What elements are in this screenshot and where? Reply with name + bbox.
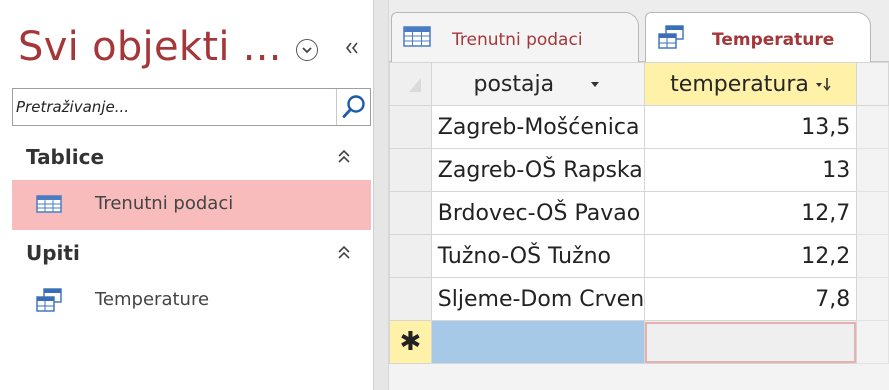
cell-postaja[interactable]: Zagreb-Mošćenica bbox=[430, 105, 645, 149]
table-icon bbox=[403, 26, 431, 47]
cell-temperatura[interactable]: 13,5 bbox=[643, 105, 858, 149]
cell-temperatura[interactable]: 12,7 bbox=[643, 191, 858, 235]
search-input[interactable] bbox=[13, 89, 333, 125]
double-chevron-up-icon bbox=[338, 149, 350, 163]
search-icon bbox=[342, 95, 365, 118]
new-cell-temperatura[interactable] bbox=[643, 320, 858, 364]
document-area: Trenutni podaci Temperature postaja temp… bbox=[389, 0, 889, 390]
tab-label: Temperature bbox=[712, 30, 835, 50]
sort-descending-icon[interactable] bbox=[815, 76, 831, 92]
grid-filler bbox=[856, 320, 889, 364]
cell-postaja[interactable]: Zagreb-OŠ Rapska bbox=[430, 148, 645, 192]
column-header-label: postaja bbox=[473, 71, 555, 97]
dropdown-arrow-icon[interactable] bbox=[588, 79, 602, 89]
nav-item-temperature[interactable]: Temperature bbox=[12, 276, 371, 326]
header-row: postaja temperatura bbox=[389, 62, 889, 106]
chevron-down-icon bbox=[302, 47, 312, 54]
search-button[interactable] bbox=[336, 89, 370, 125]
nav-menu-button[interactable] bbox=[296, 39, 318, 61]
nav-item-trenutni-podaci[interactable]: Trenutni podaci bbox=[12, 180, 371, 230]
nav-group-queries[interactable]: Upiti bbox=[12, 236, 371, 270]
table-row[interactable]: Zagreb-OŠ Rapska 13 bbox=[389, 148, 889, 192]
new-record-row[interactable]: ✱ bbox=[389, 320, 889, 364]
grid-filler bbox=[856, 105, 889, 149]
nav-search-box bbox=[12, 88, 371, 126]
row-selector[interactable] bbox=[389, 105, 432, 149]
tab-trenutni-podaci[interactable]: Trenutni podaci bbox=[391, 12, 639, 63]
new-record-icon: ✱ bbox=[399, 327, 422, 357]
corner-triangle-icon bbox=[409, 78, 421, 92]
new-record-selector[interactable]: ✱ bbox=[389, 320, 432, 364]
tab-temperature[interactable]: Temperature bbox=[645, 12, 871, 64]
row-selector[interactable] bbox=[389, 148, 432, 192]
nav-group-tables[interactable]: Tablice bbox=[12, 140, 371, 174]
cell-postaja[interactable]: Tužno-OŠ Tužno bbox=[430, 234, 645, 278]
nav-title[interactable]: Svi objekti ... bbox=[18, 24, 282, 70]
nav-group-label: Upiti bbox=[26, 241, 80, 265]
table-icon bbox=[36, 195, 62, 213]
datasheet-grid: postaja temperatura Zagreb-Mošćenica 13,… bbox=[389, 62, 889, 390]
table-row[interactable]: Brdovec-OŠ Pavao 12,7 bbox=[389, 191, 889, 235]
grid-filler bbox=[856, 234, 889, 278]
nav-group-label: Tablice bbox=[26, 145, 105, 169]
nav-item-label: Temperature bbox=[95, 289, 210, 310]
navigation-pane: Svi objekti ... Tablice bbox=[0, 0, 376, 390]
double-chevron-left-icon bbox=[345, 42, 358, 54]
cell-postaja[interactable]: Sljeme-Dom Crvenog bbox=[430, 277, 645, 321]
nav-title-row: Svi objekti ... bbox=[10, 16, 376, 76]
double-chevron-up-icon bbox=[338, 245, 350, 259]
cell-temperatura[interactable]: 12,2 bbox=[643, 234, 858, 278]
grid-filler bbox=[856, 191, 889, 235]
select-all-corner[interactable] bbox=[389, 62, 432, 106]
new-cell-postaja[interactable] bbox=[430, 320, 645, 364]
datasheet-table: postaja temperatura Zagreb-Mošćenica 13,… bbox=[389, 62, 889, 364]
pane-splitter[interactable] bbox=[373, 0, 389, 390]
shutter-bar-close-button[interactable] bbox=[340, 36, 364, 60]
cell-temperatura[interactable]: 13 bbox=[643, 148, 858, 192]
cell-temperatura[interactable]: 7,8 bbox=[643, 277, 858, 321]
row-selector[interactable] bbox=[389, 277, 432, 321]
query-icon bbox=[658, 25, 684, 49]
nav-item-label: Trenutni podaci bbox=[95, 193, 234, 214]
table-row[interactable]: Tužno-OŠ Tužno 12,2 bbox=[389, 234, 889, 278]
tab-label: Trenutni podaci bbox=[452, 30, 583, 50]
grid-filler bbox=[856, 148, 889, 192]
row-selector[interactable] bbox=[389, 191, 432, 235]
row-selector[interactable] bbox=[389, 234, 432, 278]
column-header-temperatura[interactable]: temperatura bbox=[643, 62, 858, 106]
document-tab-strip: Trenutni podaci Temperature bbox=[389, 0, 889, 64]
table-row[interactable]: Sljeme-Dom Crvenog 7,8 bbox=[389, 277, 889, 321]
table-row[interactable]: Zagreb-Mošćenica 13,5 bbox=[389, 105, 889, 149]
grid-filler bbox=[856, 62, 889, 106]
column-header-postaja[interactable]: postaja bbox=[430, 62, 645, 106]
cell-postaja[interactable]: Brdovec-OŠ Pavao bbox=[430, 191, 645, 235]
query-icon bbox=[36, 288, 62, 312]
column-header-label: temperatura bbox=[670, 71, 809, 97]
grid-filler bbox=[856, 277, 889, 321]
